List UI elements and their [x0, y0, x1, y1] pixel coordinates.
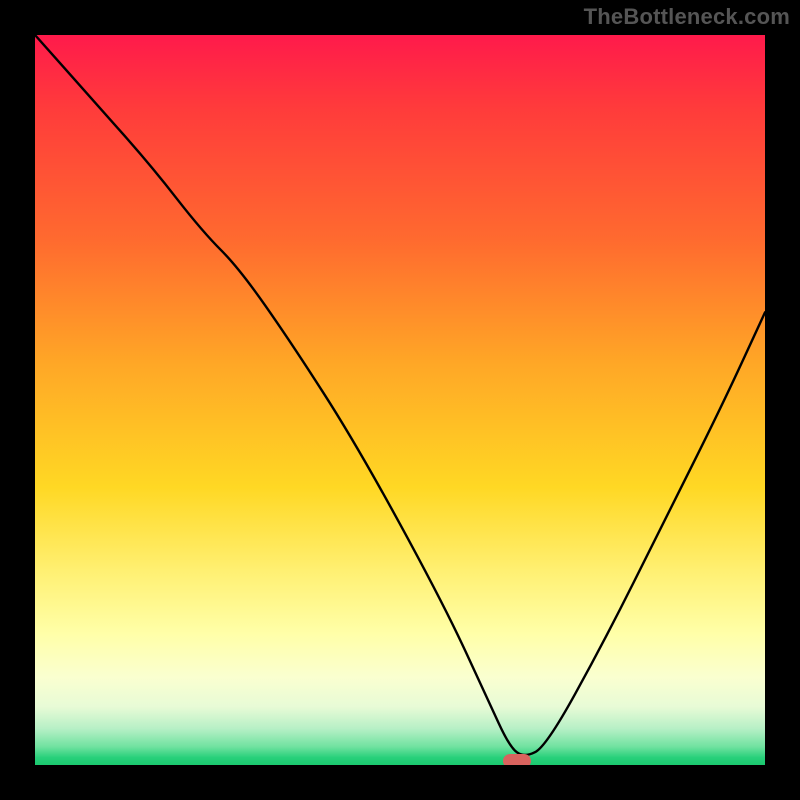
watermark-text: TheBottleneck.com: [584, 4, 790, 30]
chart-frame: TheBottleneck.com: [0, 0, 800, 800]
optimal-point-marker: [503, 754, 531, 765]
curve-svg: [35, 35, 765, 765]
bottleneck-curve: [35, 35, 765, 755]
plot-area: [35, 35, 765, 765]
